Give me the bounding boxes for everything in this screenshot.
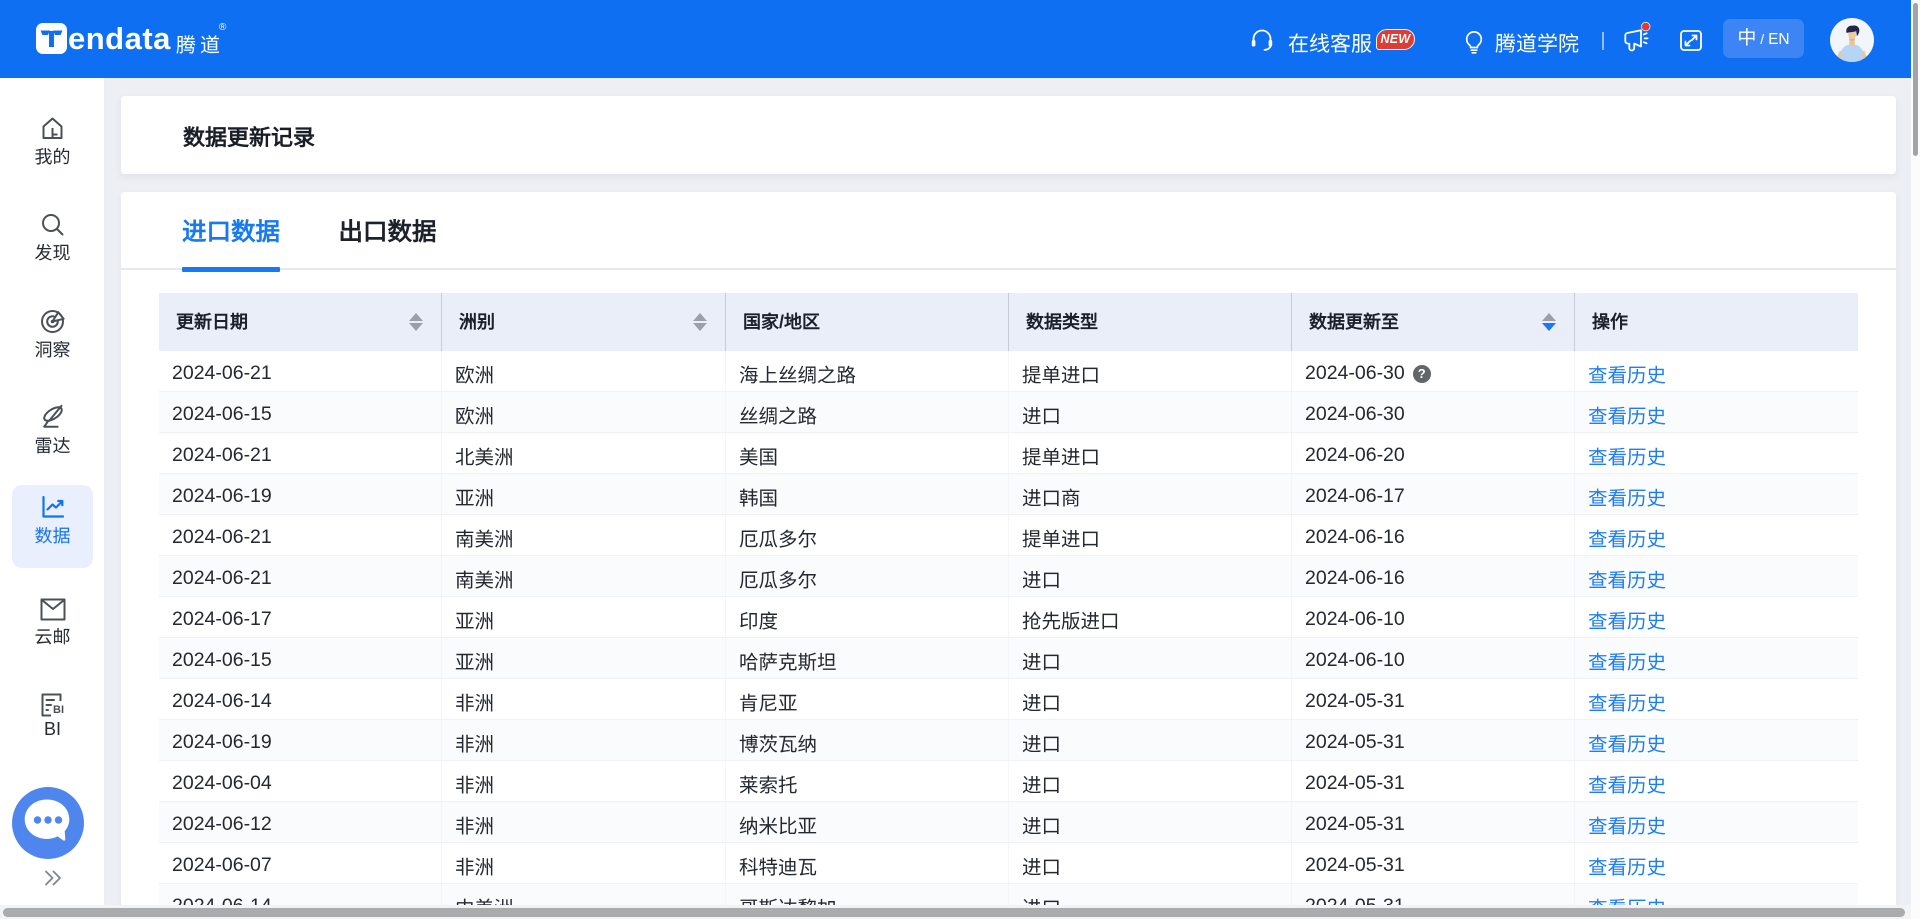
svg-text:BI: BI — [53, 704, 64, 716]
